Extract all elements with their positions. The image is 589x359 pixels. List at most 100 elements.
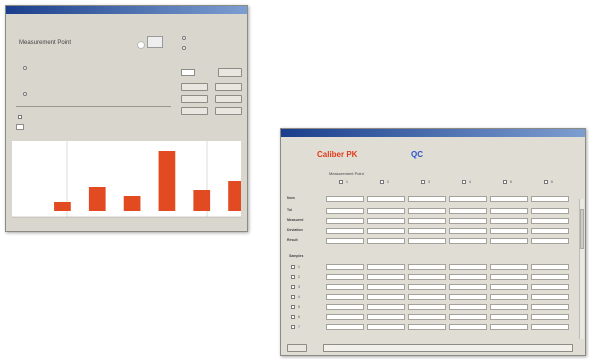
sample-cell[interactable] xyxy=(490,324,528,330)
option-radio-3[interactable] xyxy=(23,92,27,96)
sample-cell[interactable] xyxy=(490,294,528,300)
sample-cell[interactable] xyxy=(531,264,569,270)
sample-cell[interactable] xyxy=(326,314,364,320)
column-select-checkbox[interactable] xyxy=(544,180,548,184)
value-cell[interactable] xyxy=(531,238,569,244)
sample-cell[interactable] xyxy=(326,294,364,300)
sample-cell[interactable] xyxy=(367,324,405,330)
scroll-thumb[interactable] xyxy=(580,209,584,249)
sample-cell[interactable] xyxy=(449,294,487,300)
value-cell[interactable] xyxy=(326,228,364,234)
sample-cell[interactable] xyxy=(326,284,364,290)
value-field[interactable] xyxy=(16,124,24,130)
value-cell[interactable] xyxy=(367,238,405,244)
sample-cell[interactable] xyxy=(408,324,446,330)
sample-cell[interactable] xyxy=(367,284,405,290)
sample-checkbox[interactable] xyxy=(291,295,295,299)
value-cell[interactable] xyxy=(367,218,405,224)
sample-cell[interactable] xyxy=(367,304,405,310)
sample-cell[interactable] xyxy=(326,274,364,280)
sample-checkbox[interactable] xyxy=(291,315,295,319)
sample-checkbox[interactable] xyxy=(291,265,295,269)
value-cell[interactable] xyxy=(367,196,405,202)
sample-cell[interactable] xyxy=(531,314,569,320)
action-button-5[interactable] xyxy=(181,107,208,115)
sample-cell[interactable] xyxy=(490,274,528,280)
sample-checkbox[interactable] xyxy=(291,305,295,309)
value-cell[interactable] xyxy=(408,218,446,224)
value-cell[interactable] xyxy=(531,228,569,234)
value-cell[interactable] xyxy=(408,228,446,234)
value-cell[interactable] xyxy=(531,218,569,224)
sample-cell[interactable] xyxy=(531,304,569,310)
sample-cell[interactable] xyxy=(408,304,446,310)
value-cell[interactable] xyxy=(326,196,364,202)
sample-cell[interactable] xyxy=(367,294,405,300)
value-cell[interactable] xyxy=(326,208,364,214)
sample-cell[interactable] xyxy=(326,264,364,270)
sample-checkbox[interactable] xyxy=(291,325,295,329)
spin-button[interactable] xyxy=(218,68,242,77)
sample-cell[interactable] xyxy=(531,294,569,300)
sample-cell[interactable] xyxy=(531,324,569,330)
action-button-6[interactable] xyxy=(215,107,242,115)
value-cell[interactable] xyxy=(449,218,487,224)
value-cell[interactable] xyxy=(449,196,487,202)
sample-cell[interactable] xyxy=(449,324,487,330)
sample-cell[interactable] xyxy=(367,264,405,270)
sample-cell[interactable] xyxy=(449,274,487,280)
sample-cell[interactable] xyxy=(408,314,446,320)
spin-input[interactable] xyxy=(181,69,195,76)
value-cell[interactable] xyxy=(490,196,528,202)
value-cell[interactable] xyxy=(367,228,405,234)
value-cell[interactable] xyxy=(531,196,569,202)
sample-cell[interactable] xyxy=(326,304,364,310)
sample-checkbox[interactable] xyxy=(291,275,295,279)
value-cell[interactable] xyxy=(449,238,487,244)
column-select-checkbox[interactable] xyxy=(503,180,507,184)
sample-cell[interactable] xyxy=(449,264,487,270)
sample-cell[interactable] xyxy=(531,274,569,280)
sample-cell[interactable] xyxy=(408,284,446,290)
sample-cell[interactable] xyxy=(490,284,528,290)
right-radio-2[interactable] xyxy=(182,46,186,50)
value-cell[interactable] xyxy=(490,238,528,244)
option-radio-1[interactable] xyxy=(23,66,27,70)
action-button-4[interactable] xyxy=(215,95,242,103)
value-cell[interactable] xyxy=(408,196,446,202)
sample-cell[interactable] xyxy=(490,304,528,310)
sample-cell[interactable] xyxy=(531,284,569,290)
column-select-checkbox[interactable] xyxy=(380,180,384,184)
value-cell[interactable] xyxy=(490,208,528,214)
value-cell[interactable] xyxy=(490,228,528,234)
vertical-scrollbar[interactable] xyxy=(579,199,584,339)
action-button-1[interactable] xyxy=(181,83,208,91)
sample-cell[interactable] xyxy=(449,314,487,320)
column-select-checkbox[interactable] xyxy=(339,180,343,184)
value-cell[interactable] xyxy=(326,218,364,224)
sample-cell[interactable] xyxy=(408,294,446,300)
sample-cell[interactable] xyxy=(490,314,528,320)
right-radio-1[interactable] xyxy=(182,36,186,40)
action-button-3[interactable] xyxy=(181,95,208,103)
sample-cell[interactable] xyxy=(490,264,528,270)
sample-cell[interactable] xyxy=(367,274,405,280)
sample-cell[interactable] xyxy=(367,314,405,320)
value-cell[interactable] xyxy=(408,208,446,214)
value-cell[interactable] xyxy=(531,208,569,214)
value-cell[interactable] xyxy=(367,208,405,214)
column-select-checkbox[interactable] xyxy=(462,180,466,184)
sample-cell[interactable] xyxy=(408,274,446,280)
value-cell[interactable] xyxy=(449,208,487,214)
value-cell[interactable] xyxy=(326,238,364,244)
show-chart-checkbox[interactable] xyxy=(18,115,22,119)
bottom-left-button[interactable] xyxy=(287,344,307,352)
sample-cell[interactable] xyxy=(326,324,364,330)
sample-checkbox[interactable] xyxy=(291,285,295,289)
value-cell[interactable] xyxy=(408,238,446,244)
sample-cell[interactable] xyxy=(449,304,487,310)
column-select-checkbox[interactable] xyxy=(421,180,425,184)
action-button-2[interactable] xyxy=(215,83,242,91)
value-cell[interactable] xyxy=(449,228,487,234)
sample-cell[interactable] xyxy=(449,284,487,290)
